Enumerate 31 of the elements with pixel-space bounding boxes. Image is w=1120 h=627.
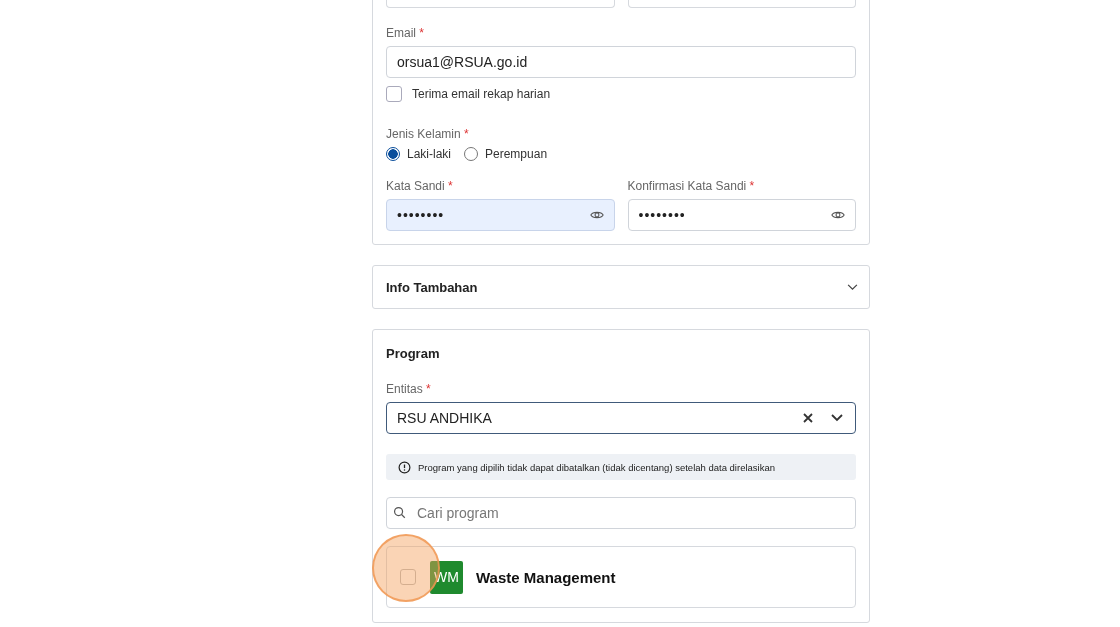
- chevron-down-icon: [847, 283, 858, 291]
- info-icon: [398, 460, 411, 474]
- info-text: Program yang dipilih tidak dapat dibatalkan (tidak dicentang) setelah data direlasikan: [418, 461, 775, 473]
- search-field[interactable]: Cari program: [386, 497, 856, 529]
- field-label: Entitas: [386, 382, 423, 396]
- field-label: Jenis Kelamin: [386, 127, 461, 141]
- field-label: Konfirmasi Kata Sandi: [627, 179, 747, 193]
- required-mark: *: [464, 127, 469, 141]
- radio-button[interactable]: [386, 147, 400, 161]
- clear-icon[interactable]: [803, 413, 813, 423]
- password-field[interactable]: ••••••••: [386, 199, 615, 231]
- checkbox[interactable]: [386, 86, 402, 102]
- field-label: Kata Sandi: [386, 179, 445, 193]
- section-title: Program: [386, 346, 441, 361]
- field-label: Email: [386, 26, 416, 40]
- section-title: Info Tambahan: [386, 279, 478, 295]
- radio-label: Laki-laki: [407, 147, 451, 161]
- entity-select[interactable]: RSU ANDHIKA: [386, 402, 856, 434]
- search-icon: [393, 506, 406, 519]
- required-mark: *: [749, 179, 755, 193]
- chevron-down-icon[interactable]: [831, 414, 843, 422]
- checkbox[interactable]: [400, 569, 416, 585]
- program-name: Waste Management: [476, 568, 616, 586]
- required-mark: *: [426, 382, 431, 396]
- radio-label: Perempuan: [485, 147, 548, 161]
- checkbox-label: Terima email rekap harian: [412, 87, 551, 101]
- password-field[interactable]: ••••••••: [627, 199, 856, 231]
- required-mark: *: [448, 179, 453, 193]
- accordion-header[interactable]: Info Tambahan: [372, 265, 870, 309]
- email-field[interactable]: orsua1@RSUA.go.id: [386, 46, 856, 78]
- required-mark: *: [419, 26, 425, 40]
